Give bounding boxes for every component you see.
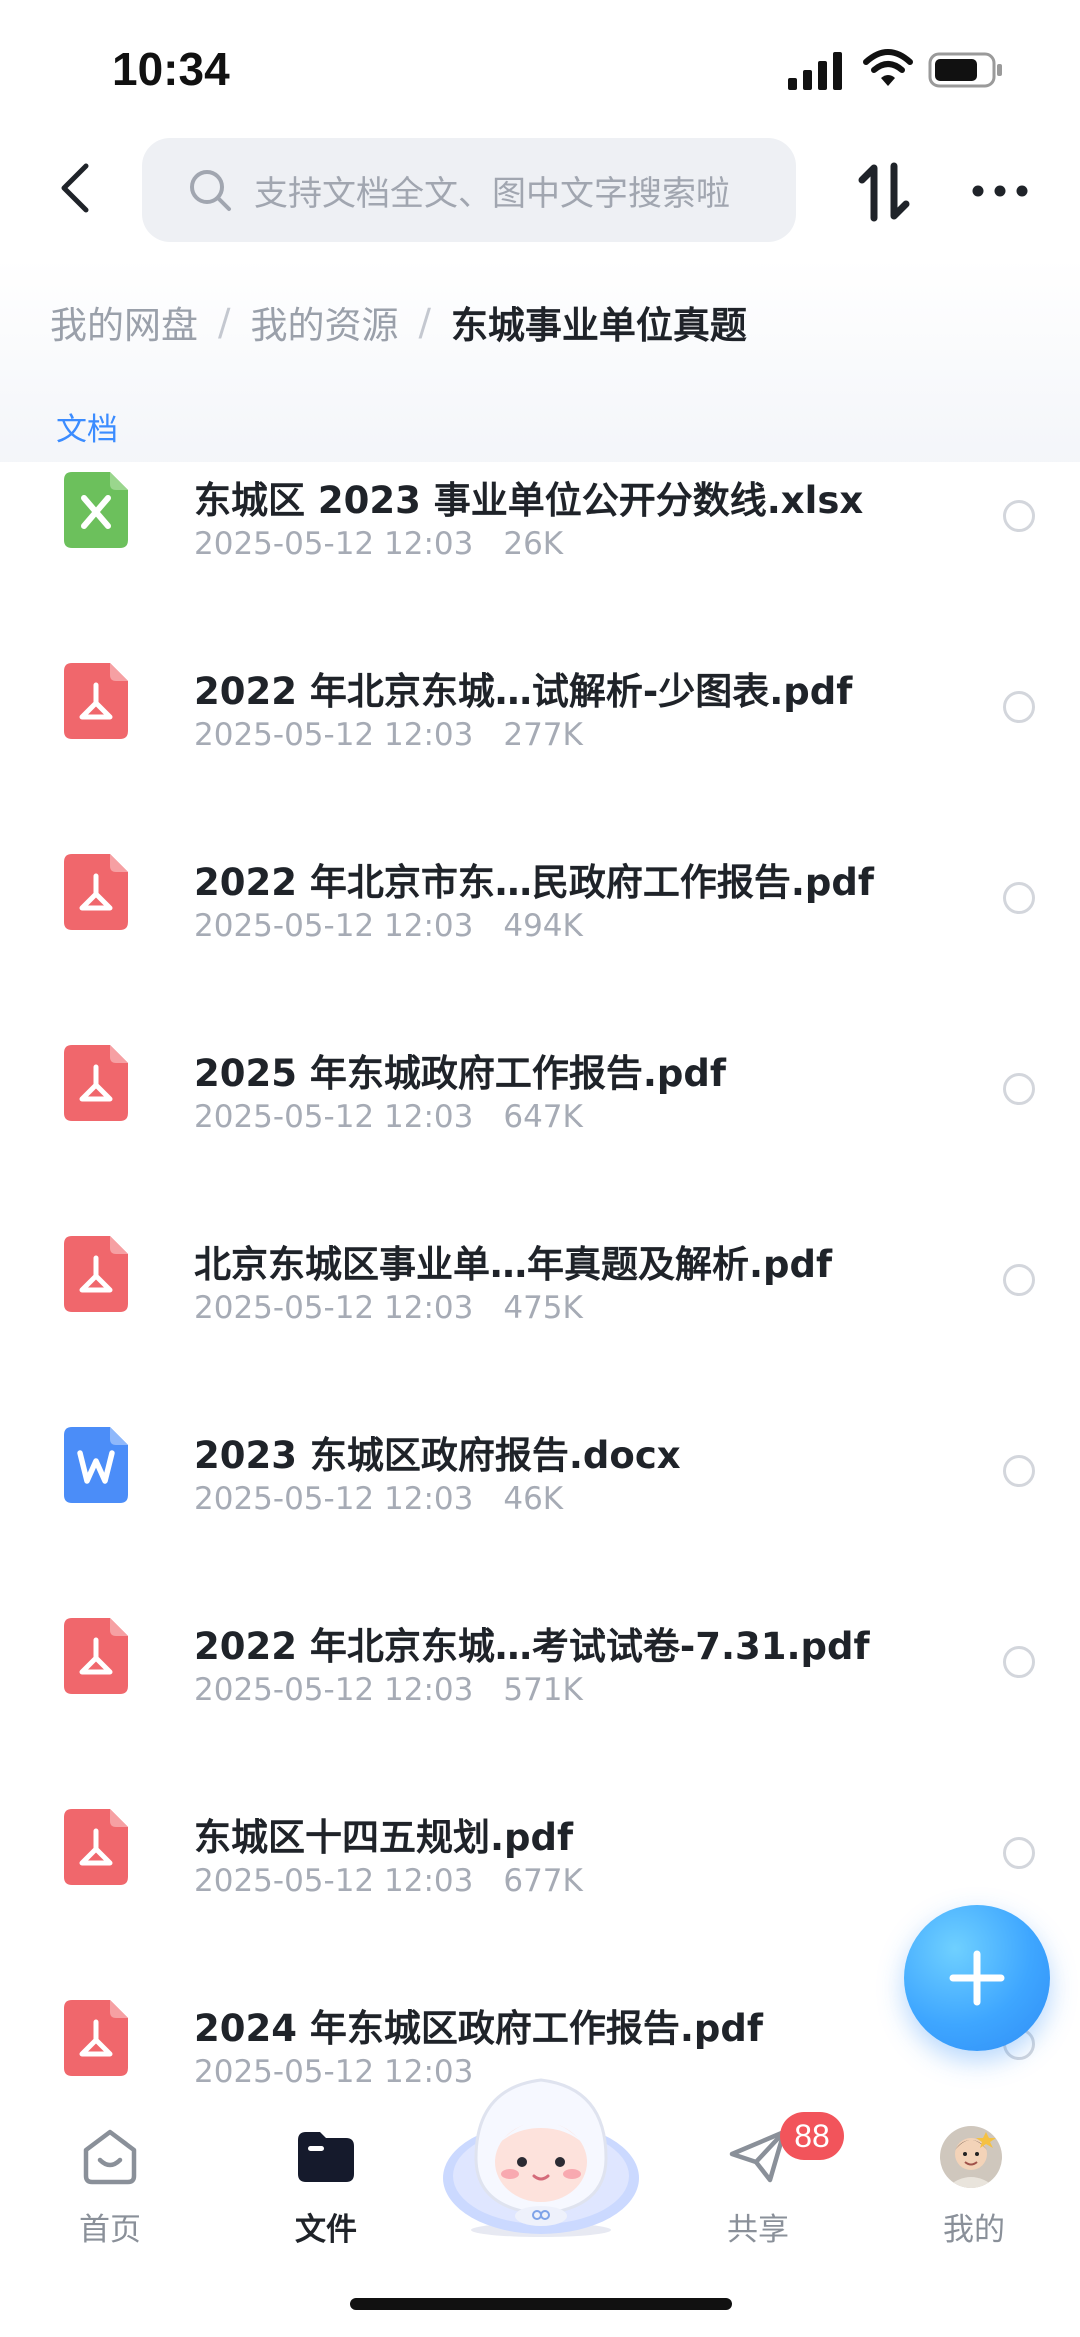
cellular-signal-icon <box>788 52 842 90</box>
file-meta: 2025-05-12 12:03 277K <box>194 717 583 753</box>
assistant-mascot-icon[interactable] <box>436 2058 646 2238</box>
file-name: 北京东城区事业单…年真题及解析.pdf <box>194 1243 833 1286</box>
pdf-file-icon <box>64 2000 128 2076</box>
file-row[interactable]: 2023 东城区政府报告.docx 2025-05-12 12:03 46K <box>0 1413 1080 1604</box>
file-date: 2025-05-12 12:03 <box>194 1290 474 1326</box>
file-size: 647K <box>503 1099 583 1135</box>
file-row[interactable]: 2022 年北京东城…考试试卷-7.31.pdf 2025-05-12 12:0… <box>0 1604 1080 1795</box>
file-meta: 2025-05-12 12:03 677K <box>194 1863 583 1899</box>
file-meta: 2025-05-12 12:03 494K <box>194 908 583 944</box>
search-placeholder: 支持文档全文、图中文字搜索啦 <box>254 173 730 214</box>
pdf-file-icon <box>64 1236 128 1312</box>
file-list: 东城区 2023 事业单位公开分数线.xlsx 2025-05-12 12:03… <box>0 462 1080 2102</box>
file-name: 2022 年北京东城…考试试卷-7.31.pdf <box>194 1625 870 1668</box>
more-dots-icon[interactable] <box>970 180 1030 202</box>
select-radio[interactable] <box>1003 1646 1035 1678</box>
file-name: 2024 年东城区政府工作报告.pdf <box>194 2007 763 2050</box>
sort-icon[interactable] <box>856 162 912 222</box>
breadcrumb-my-resources[interactable]: 我的资源 <box>250 295 398 349</box>
file-meta: 2025-05-12 12:03 571K <box>194 1672 583 1708</box>
xlsx-file-icon <box>64 472 128 548</box>
file-size: 494K <box>503 908 583 944</box>
pdf-file-icon <box>64 1618 128 1694</box>
back-chevron-icon[interactable] <box>52 160 102 216</box>
select-radio[interactable] <box>1003 1837 1035 1869</box>
tab-home-label: 首页 <box>79 2212 141 2248</box>
wifi-icon <box>863 49 913 86</box>
file-meta: 2025-05-12 12:03 647K <box>194 1099 583 1135</box>
pdf-file-icon <box>64 663 128 739</box>
tab-files[interactable]: 文件 <box>256 2124 396 2264</box>
tab-me-label: 我的 <box>943 2212 1005 2248</box>
add-button[interactable] <box>904 1905 1050 2051</box>
breadcrumb-separator: / <box>218 300 231 344</box>
file-size: 26K <box>503 526 564 562</box>
breadcrumb-separator: / <box>418 300 431 344</box>
file-name: 2023 东城区政府报告.docx <box>194 1434 681 1477</box>
home-indicator <box>350 2298 732 2310</box>
home-icon <box>83 2129 137 2185</box>
select-radio[interactable] <box>1003 1455 1035 1487</box>
breadcrumb-my-drive[interactable]: 我的网盘 <box>50 295 198 349</box>
file-name: 东城区 2023 事业单位公开分数线.xlsx <box>194 479 864 522</box>
pdf-file-icon <box>64 854 128 930</box>
file-date: 2025-05-12 12:03 <box>194 1099 474 1135</box>
select-radio[interactable] <box>1003 691 1035 723</box>
file-size: 277K <box>503 717 583 753</box>
tab-files-label: 文件 <box>295 2212 357 2248</box>
select-radio[interactable] <box>1003 1264 1035 1296</box>
breadcrumb-current-folder: 东城事业单位真题 <box>450 304 747 347</box>
file-name: 2022 年北京东城…试解析-少图表.pdf <box>194 670 853 713</box>
file-row[interactable]: 2025 年东城政府工作报告.pdf 2025-05-12 12:03 647K <box>0 1031 1080 1222</box>
avatar[interactable] <box>940 2126 1002 2188</box>
section-label-documents: 文档 <box>56 412 118 448</box>
file-row[interactable]: 北京东城区事业单…年真题及解析.pdf 2025-05-12 12:03 475K <box>0 1222 1080 1413</box>
file-date: 2025-05-12 12:03 <box>194 1481 474 1517</box>
tab-share-label: 共享 <box>727 2212 789 2248</box>
search-icon <box>190 170 231 211</box>
search-input[interactable]: 支持文档全文、图中文字搜索啦 <box>142 138 796 242</box>
file-row[interactable]: 东城区 2023 事业单位公开分数线.xlsx 2025-05-12 12:03… <box>0 462 1080 649</box>
breadcrumb: 我的网盘 / 我的资源 / 东城事业单位真题 <box>50 294 747 350</box>
status-time: 10:34 <box>112 43 230 95</box>
file-date: 2025-05-12 12:03 <box>194 1863 474 1899</box>
pdf-file-icon <box>64 1809 128 1885</box>
status-bar: 10:34 <box>0 0 1080 130</box>
file-date: 2025-05-12 12:03 <box>194 2054 474 2090</box>
file-meta: 2025-05-12 12:03 475K <box>194 1290 583 1326</box>
file-size: 677K <box>503 1863 583 1899</box>
folder-icon <box>298 2132 354 2182</box>
file-row[interactable]: 2022 年北京市东…民政府工作报告.pdf 2025-05-12 12:03 4… <box>0 840 1080 1031</box>
file-date: 2025-05-12 12:03 <box>194 526 474 562</box>
plus-icon <box>949 1950 1005 2006</box>
file-date: 2025-05-12 12:03 <box>194 717 474 753</box>
avatar-image <box>940 2126 1002 2188</box>
select-radio[interactable] <box>1003 1073 1035 1105</box>
file-date: 2025-05-12 12:03 <box>194 908 474 944</box>
file-name: 2022 年北京市东…民政府工作报告.pdf <box>194 861 874 904</box>
select-radio[interactable] <box>1003 500 1035 532</box>
file-size: 475K <box>503 1290 583 1326</box>
file-date: 2025-05-12 12:03 <box>194 1672 474 1708</box>
docx-file-icon <box>64 1427 128 1503</box>
file-meta: 2025-05-12 12:03 26K <box>194 526 563 562</box>
select-radio[interactable] <box>1003 882 1035 914</box>
pdf-file-icon <box>64 1045 128 1121</box>
file-size: 46K <box>503 1481 564 1517</box>
share-count-badge: 88 <box>780 2112 844 2160</box>
file-size: 571K <box>503 1672 583 1708</box>
file-meta: 2025-05-12 12:03 46K <box>194 1481 563 1517</box>
file-name: 2025 年东城政府工作报告.pdf <box>194 1052 726 1095</box>
battery-icon <box>928 52 1002 88</box>
tab-home[interactable]: 首页 <box>40 2124 180 2264</box>
file-row[interactable]: 2022 年北京东城…试解析-少图表.pdf 2025-05-12 12:03 2… <box>0 649 1080 840</box>
file-name: 东城区十四五规划.pdf <box>194 1816 574 1859</box>
